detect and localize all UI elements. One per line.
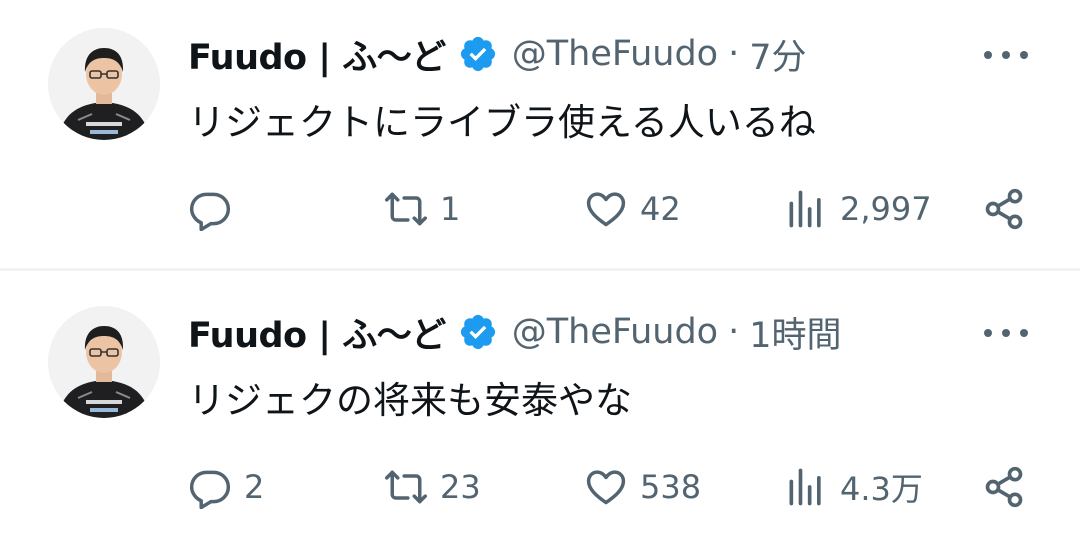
heart-icon bbox=[586, 470, 626, 505]
like-button[interactable]: 538 bbox=[584, 462, 701, 512]
timestamp[interactable]: 1時間 bbox=[749, 307, 841, 358]
retweet-button[interactable]: 1 bbox=[384, 184, 460, 234]
reply-button[interactable] bbox=[188, 184, 244, 234]
views-icon bbox=[789, 468, 821, 506]
more-options-icon[interactable] bbox=[984, 40, 1028, 70]
avatar-image bbox=[48, 28, 160, 140]
share-icon bbox=[985, 466, 1023, 508]
share-button[interactable] bbox=[982, 184, 1026, 234]
avatar[interactable] bbox=[48, 306, 160, 418]
like-count: 42 bbox=[640, 190, 681, 228]
like-button[interactable]: 42 bbox=[584, 184, 681, 234]
verified-badge-icon bbox=[458, 312, 498, 352]
share-icon bbox=[985, 188, 1023, 230]
separator: · bbox=[728, 34, 740, 74]
retweet-count: 23 bbox=[440, 468, 481, 506]
view-count: 4.3万 bbox=[840, 470, 923, 508]
avatar-image bbox=[48, 306, 160, 418]
action-bar: 2 23 538 4.3万 bbox=[0, 462, 1080, 512]
retweet-count: 1 bbox=[440, 190, 461, 228]
reply-icon bbox=[189, 470, 231, 509]
timestamp[interactable]: 7分 bbox=[749, 29, 806, 80]
retweet-icon bbox=[385, 192, 427, 226]
reply-icon bbox=[189, 192, 231, 231]
tweet-header: Fuudo | ふ〜ど @TheFuudo · 7分 bbox=[188, 30, 807, 78]
tweet[interactable]: Fuudo | ふ〜ど @TheFuudo · 7分 リジェクトにライブラ使える… bbox=[0, 0, 1080, 270]
like-count: 538 bbox=[640, 468, 702, 506]
reply-count: 2 bbox=[244, 468, 265, 506]
views-icon bbox=[789, 190, 821, 228]
separator: · bbox=[728, 312, 740, 352]
verified-badge-icon bbox=[458, 34, 498, 74]
tweet-header: Fuudo | ふ〜ど @TheFuudo · 1時間 bbox=[188, 308, 842, 356]
display-name[interactable]: Fuudo | ふ〜ど bbox=[188, 29, 446, 80]
reply-button[interactable]: 2 bbox=[188, 462, 264, 512]
views-button[interactable]: 2,997 bbox=[784, 184, 932, 234]
view-count: 2,997 bbox=[840, 190, 932, 228]
tweet[interactable]: Fuudo | ふ〜ど @TheFuudo · 1時間 リジェクの将来も安泰やな… bbox=[0, 278, 1080, 548]
heart-icon bbox=[586, 192, 626, 227]
share-button[interactable] bbox=[982, 462, 1026, 512]
avatar[interactable] bbox=[48, 28, 160, 140]
display-name[interactable]: Fuudo | ふ〜ど bbox=[188, 307, 446, 358]
retweet-button[interactable]: 23 bbox=[384, 462, 481, 512]
handle[interactable]: @TheFuudo bbox=[512, 34, 718, 74]
more-options-icon[interactable] bbox=[984, 318, 1028, 348]
handle[interactable]: @TheFuudo bbox=[512, 312, 718, 352]
tweet-divider bbox=[0, 268, 1080, 271]
tweet-text: リジェクトにライブラ使える人いるね bbox=[188, 101, 816, 144]
action-bar: 1 42 2,997 bbox=[0, 184, 1080, 234]
views-button[interactable]: 4.3万 bbox=[784, 462, 923, 512]
retweet-icon bbox=[385, 470, 427, 504]
tweet-text: リジェクの将来も安泰やな bbox=[188, 379, 632, 422]
